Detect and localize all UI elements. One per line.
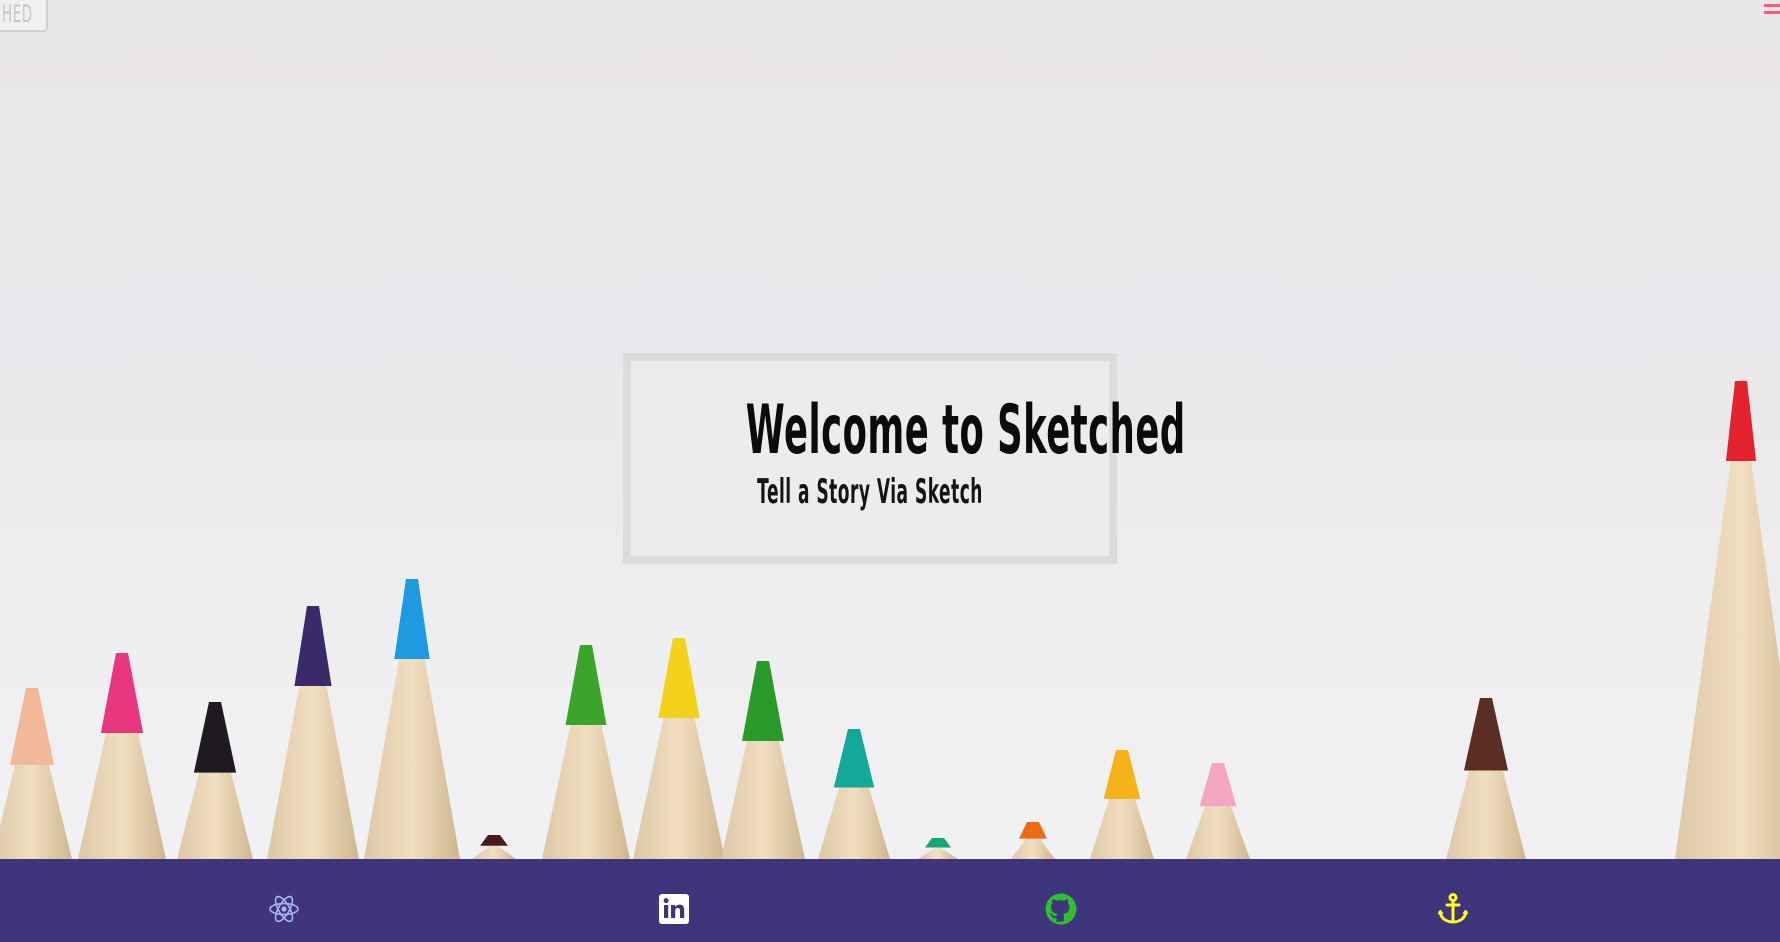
pencil-tip [925, 838, 951, 848]
pencil-tip [1199, 763, 1237, 807]
menu-line [1764, 4, 1780, 7]
github-icon [1045, 893, 1077, 925]
menu-line [1764, 11, 1780, 14]
welcome-title: Welcome to Sketched [745, 391, 1186, 470]
pencil-tip [1019, 822, 1047, 839]
pencil-tip [742, 661, 784, 741]
pencil-tip [100, 653, 144, 733]
pencil-tip [193, 702, 237, 773]
pencil-tip [1725, 381, 1757, 461]
welcome-subtitle: Tell a Story Via Sketch [757, 472, 983, 512]
pencil-tip [394, 579, 430, 659]
welcome-card: Welcome to Sketched Tell a Story Via Ske… [623, 353, 1186, 564]
pencil-tip [10, 688, 54, 765]
linkedin-icon [659, 894, 689, 924]
react-link[interactable] [267, 892, 301, 926]
hamburger-menu-button[interactable] [1764, 4, 1780, 24]
anchor-icon [1437, 893, 1469, 924]
pencil-body [918, 846, 958, 859]
pencil-tip [1103, 750, 1141, 800]
pencil-tip [833, 729, 875, 788]
react-icon [269, 895, 299, 923]
logo-text: HED [2, 0, 33, 28]
github-link[interactable] [1044, 892, 1078, 926]
anchor-link[interactable] [1436, 892, 1470, 926]
pencil-tip [1464, 698, 1508, 771]
site-logo[interactable]: HED [0, 0, 48, 32]
pencil-tip [294, 606, 332, 686]
page: HED Welcome to Sketched Tell a Story Via… [0, 0, 1780, 942]
pencil-tip [480, 835, 508, 846]
linkedin-link[interactable] [657, 892, 691, 926]
pencil-tip [658, 638, 700, 718]
pencil-tip [565, 645, 607, 725]
